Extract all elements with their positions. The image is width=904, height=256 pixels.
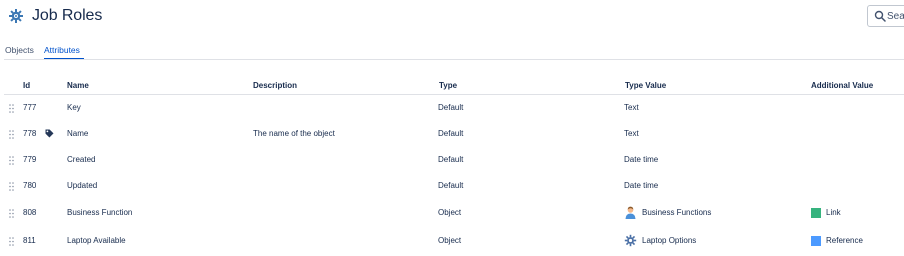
cell-type-value: Date time xyxy=(624,181,659,190)
cell-type: Default xyxy=(438,103,464,112)
table-row[interactable]: 777 Key Default Text xyxy=(0,95,904,121)
table-row[interactable]: 779 Created Default Date time xyxy=(0,147,904,173)
person-icon xyxy=(625,206,636,219)
cell-id: 779 xyxy=(23,155,37,164)
drag-handle-icon[interactable] xyxy=(9,182,14,191)
cell-type: Default xyxy=(438,129,464,138)
page-title: Job Roles xyxy=(32,7,103,24)
gear-icon xyxy=(624,234,637,247)
cell-type-value: Text xyxy=(624,129,639,138)
table-row[interactable]: 808 Business Function Object Business Fu… xyxy=(0,200,904,226)
column-header-additional-value[interactable]: Additional Value xyxy=(811,81,873,90)
tab-attributes[interactable]: Attributes xyxy=(44,45,80,55)
cell-name: Updated xyxy=(67,181,98,190)
link-color-swatch xyxy=(811,208,821,218)
column-header-type-value[interactable]: Type Value xyxy=(625,81,666,90)
cell-additional-value: Reference xyxy=(826,236,863,245)
search-icon xyxy=(874,10,886,22)
cell-name: Created xyxy=(67,155,96,164)
table-row[interactable]: 811 Laptop Available Object Laptop Optio… xyxy=(0,228,904,254)
cell-type: Default xyxy=(438,155,464,164)
cell-name: Laptop Available xyxy=(67,236,126,245)
drag-handle-icon[interactable] xyxy=(9,209,14,218)
tab-objects[interactable]: Objects xyxy=(5,45,34,55)
cell-type: Object xyxy=(438,236,462,245)
drag-handle-icon[interactable] xyxy=(9,237,14,246)
table-row[interactable]: 780 Updated Default Date time xyxy=(0,173,904,199)
drag-handle-icon[interactable] xyxy=(9,104,14,113)
column-header-description[interactable]: Description xyxy=(253,81,297,90)
column-header-type[interactable]: Type xyxy=(439,81,457,90)
tabs-divider xyxy=(4,59,904,60)
cell-id: 780 xyxy=(23,181,37,190)
tab-bar: Objects Attributes xyxy=(0,42,904,60)
cell-type-value[interactable]: Business Functions xyxy=(642,200,711,226)
cell-type-value: Date time xyxy=(624,155,659,164)
drag-handle-icon[interactable] xyxy=(9,130,14,139)
cell-name: Key xyxy=(67,103,81,112)
search-box[interactable] xyxy=(867,5,904,27)
cell-id: 778 xyxy=(23,129,37,138)
cell-type: Object xyxy=(438,208,462,217)
table-row[interactable]: 778 Name The name of the object Default … xyxy=(0,121,904,147)
reference-color-swatch xyxy=(811,236,821,246)
cell-id: 777 xyxy=(23,103,37,112)
cell-name: Name xyxy=(67,129,89,138)
column-header-id[interactable]: Id xyxy=(23,81,30,90)
cell-type: Default xyxy=(438,181,464,190)
cell-description: The name of the object xyxy=(253,129,335,138)
cell-type-value[interactable]: Laptop Options xyxy=(642,228,696,254)
gear-icon xyxy=(9,9,23,23)
tag-icon xyxy=(45,129,54,138)
search-input[interactable] xyxy=(887,9,904,23)
column-header-name[interactable]: Name xyxy=(67,81,89,90)
cell-id: 808 xyxy=(23,208,37,217)
page-header: Job Roles xyxy=(0,0,904,34)
cell-id: 811 xyxy=(23,236,36,245)
cell-name: Business Function xyxy=(67,208,133,217)
drag-handle-icon[interactable] xyxy=(9,156,14,165)
cell-additional-value: Link xyxy=(826,208,841,217)
cell-type-value: Text xyxy=(624,103,639,112)
